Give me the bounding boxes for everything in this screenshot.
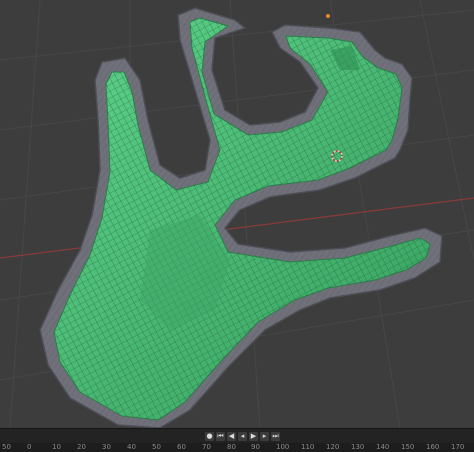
record-icon[interactable]: ● (205, 432, 214, 441)
prev-keyframe-icon[interactable]: ◀ (227, 432, 236, 441)
play-icon[interactable]: ▶ (249, 432, 258, 441)
3d-viewport[interactable] (0, 0, 474, 428)
play-reverse-icon[interactable]: ◂ (238, 432, 247, 441)
mesh-object[interactable] (39, 7, 443, 428)
playback-controls: ● ⏮ ◀ ◂ ▶ ▸ ⏭ (205, 431, 280, 442)
timeline-panel: ● ⏮ ◀ ◂ ▶ ▸ ⏭ 50 0 10 20 30 40 50 60 70 80 90 100 110 120 13… (0, 428, 474, 452)
jump-end-icon[interactable]: ⏭ (271, 432, 280, 441)
object-origin-icon (326, 14, 330, 18)
mesh-surface-wire (54, 18, 430, 420)
jump-start-icon[interactable]: ⏮ (216, 432, 225, 441)
next-keyframe-icon[interactable]: ▸ (260, 432, 269, 441)
viewport-canvas (0, 0, 474, 428)
